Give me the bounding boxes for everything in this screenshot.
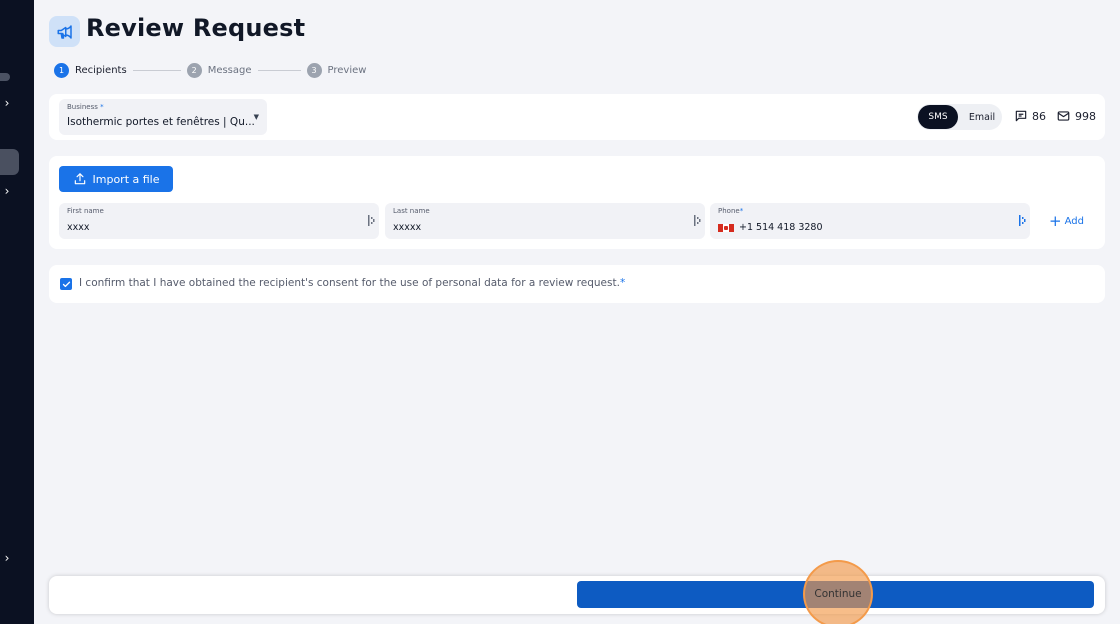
phone-field[interactable]: Phone* +1 514 418 3280 (710, 203, 1030, 239)
consent-checkbox[interactable] (60, 278, 72, 290)
caret-down-icon: ▼ (253, 113, 259, 121)
consent-card: I confirm that I have obtained the recip… (49, 265, 1105, 303)
step-connector (257, 70, 301, 71)
step-label: Message (207, 65, 252, 76)
chevron-right-icon[interactable]: › (0, 184, 14, 198)
check-icon (62, 281, 70, 287)
import-file-button[interactable]: Import a file (59, 166, 173, 192)
page-title: Review Request (86, 14, 306, 42)
first-name-value: xxxx (67, 222, 90, 233)
variable-insert-icon[interactable] (1019, 215, 1026, 226)
channel-toggle: SMS Email (917, 104, 1002, 130)
footer-bar (49, 576, 1105, 614)
sidebar-indicator (0, 73, 10, 81)
sms-credits: 86 (1014, 109, 1046, 123)
first-name-label: First name (67, 207, 104, 215)
canada-flag-icon[interactable] (718, 223, 734, 232)
business-card: Business * Isothermic portes et fenêtres… (49, 94, 1105, 140)
sidebar: › › › (0, 0, 34, 624)
variable-insert-icon[interactable] (368, 215, 375, 226)
megaphone-icon (49, 16, 80, 47)
consent-text: I confirm that I have obtained the recip… (79, 277, 626, 289)
step-label: Preview (327, 65, 367, 76)
stepper: 1 Recipients 2 Message 3 Preview (54, 63, 366, 78)
upload-icon (74, 173, 85, 185)
step-preview[interactable]: 3 Preview (306, 63, 367, 78)
last-name-value: xxxxx (393, 222, 422, 233)
last-name-field[interactable]: Last name xxxxx (385, 203, 705, 239)
chevron-right-icon[interactable]: › (0, 551, 14, 565)
business-select[interactable]: Business * Isothermic portes et fenêtres… (59, 99, 267, 135)
plus-icon: + (1049, 212, 1062, 230)
phone-label: Phone* (718, 207, 744, 215)
business-label: Business * (67, 103, 104, 111)
step-connector (132, 70, 181, 71)
sms-credit-count: 86 (1032, 109, 1046, 123)
step-recipients[interactable]: 1 Recipients (54, 63, 127, 78)
continue-button[interactable] (577, 581, 1094, 608)
recipients-card: Import a file First name xxxx Last name … (49, 156, 1105, 249)
step-number: 1 (54, 63, 69, 78)
phone-number: +1 514 418 3280 (739, 222, 823, 233)
envelope-icon (1057, 111, 1070, 121)
step-label: Recipients (75, 65, 127, 76)
email-toggle-button[interactable]: Email (962, 105, 1002, 129)
email-credit-count: 998 (1075, 109, 1096, 123)
step-number: 2 (186, 63, 202, 78)
email-credits: 998 (1056, 109, 1096, 123)
phone-value: +1 514 418 3280 (718, 222, 823, 233)
chat-bubble-icon (1015, 110, 1027, 122)
add-label: Add (1064, 216, 1084, 227)
step-message[interactable]: 2 Message (186, 63, 252, 78)
chevron-right-icon[interactable]: › (0, 96, 14, 110)
sidebar-active-item[interactable] (0, 149, 19, 175)
first-name-field[interactable]: First name xxxx (59, 203, 379, 239)
sms-toggle-button[interactable]: SMS (918, 105, 958, 129)
import-file-label: Import a file (92, 172, 160, 186)
business-value: Isothermic portes et fenêtres | Qu... (67, 116, 255, 128)
step-number: 3 (306, 63, 322, 78)
variable-insert-icon[interactable] (694, 215, 701, 226)
last-name-label: Last name (393, 207, 430, 215)
add-recipient-button[interactable]: + Add (1049, 214, 1084, 229)
